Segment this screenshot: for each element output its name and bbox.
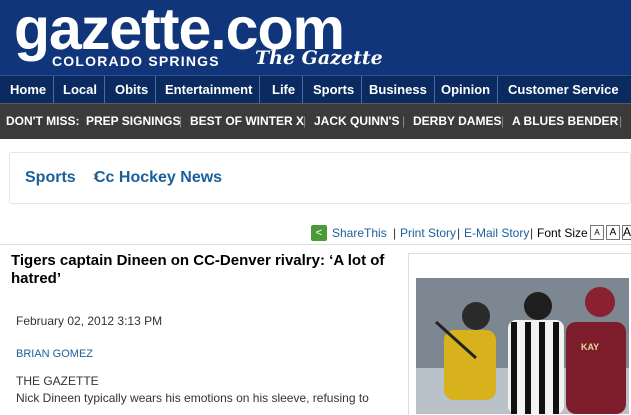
article-source: THE GAZETTE [16,374,99,388]
separator: | [457,226,461,240]
nav-item-opinion[interactable]: Opinion [434,76,499,103]
breadcrumb-sports[interactable]: Sports [25,169,76,187]
separator: | [303,114,307,128]
separator: | [619,114,623,128]
dont-miss-label: DON'T MISS: [6,114,80,128]
article-body: Nick Dineen typically wears his emotions… [16,391,369,405]
dont-miss-item-jack-quinns[interactable]: JACK QUINN'S [314,104,400,139]
breadcrumb-cc-hockey-news[interactable]: Cc Hockey News [94,169,222,187]
print-story-link[interactable]: Print Story [400,226,456,240]
article-headline: Tigers captain Dineen on CC-Denver rival… [11,252,385,287]
breadcrumb: Sports > Cc Hockey News [9,152,631,204]
dont-miss-item-best-of-winter-x[interactable]: BEST OF WINTER X [190,104,304,139]
font-size-large-button[interactable]: A [622,225,631,240]
share-icon[interactable]: < [311,225,327,241]
nav-item-home[interactable]: Home [3,76,55,103]
article-date: February 02, 2012 3:13 PM [16,314,163,328]
nav-item-obits[interactable]: Obits [108,76,157,103]
logo-paper-name: The Gazette [255,47,383,69]
dont-miss-item-prep-signings[interactable]: PREP SIGNINGS [86,104,180,139]
separator: | [402,114,406,128]
divider [0,244,631,245]
share-this-link[interactable]: ShareThis [332,226,387,240]
dont-miss-bar: DON'T MISS: PREP SIGNINGS | BEST OF WINT… [0,103,631,139]
masthead: gazette.com COLORADO SPRINGS The Gazette [0,0,631,75]
nav-item-local[interactable]: Local [56,76,105,103]
article-author[interactable]: BRIAN GOMEZ [16,348,93,360]
nav-item-sports[interactable]: Sports [306,76,363,103]
logo-city: COLORADO SPRINGS [52,53,220,69]
font-size-small-button[interactable]: A [590,225,604,240]
dont-miss-item-derby-dames[interactable]: DERBY DAMES [413,104,501,139]
nav-item-entertainment[interactable]: Entertainment [158,76,261,103]
article-photo[interactable]: KAY [416,278,629,414]
separator: | [393,226,397,240]
font-size-label: Font Size [537,226,588,240]
nav-item-life[interactable]: Life [265,76,304,103]
email-story-link[interactable]: E-Mail Story [464,226,529,240]
font-size-medium-button[interactable]: A [606,225,620,240]
separator: | [530,226,534,240]
nav-item-business[interactable]: Business [362,76,435,103]
separator: | [179,114,183,128]
svg-text:KAY: KAY [581,342,599,352]
dont-miss-item-a-blues-bender[interactable]: A BLUES BENDER [512,104,618,139]
main-nav: Home Local Obits Entertainment Life Spor… [0,75,631,103]
nav-item-customer-service[interactable]: Customer Service [501,76,626,103]
separator: | [501,114,505,128]
